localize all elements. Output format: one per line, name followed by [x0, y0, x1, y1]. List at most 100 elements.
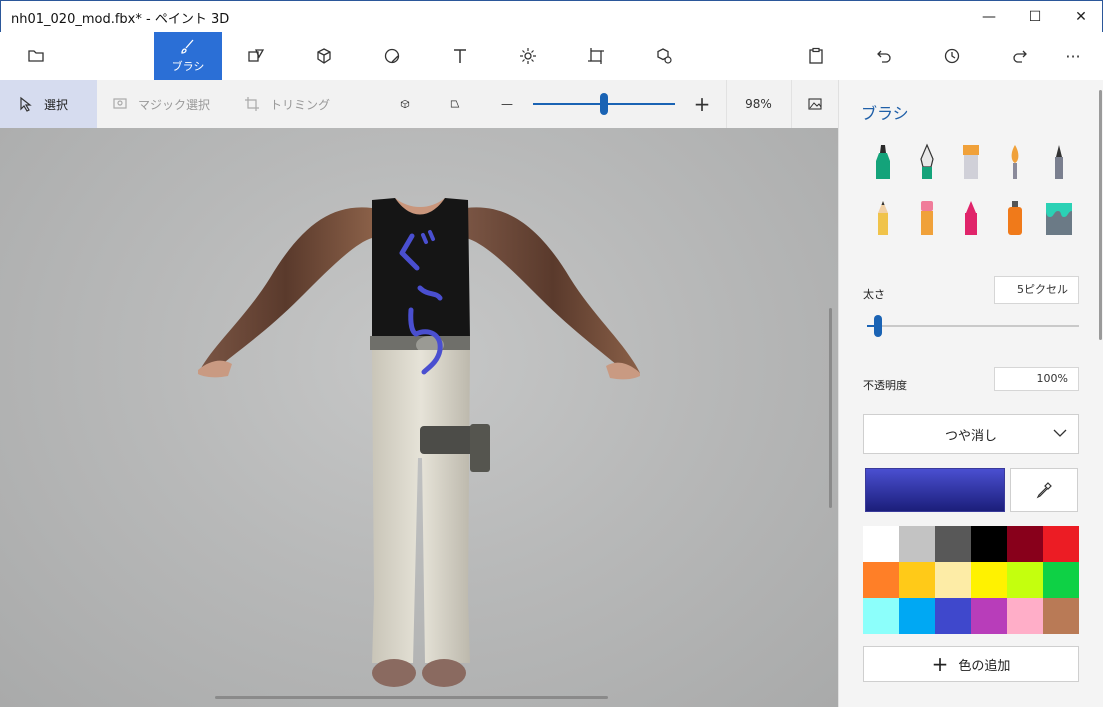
crayon-icon	[965, 201, 977, 235]
palette-swatch[interactable]	[899, 562, 935, 598]
folder-icon	[28, 50, 44, 62]
opacity-input[interactable]: 100%	[994, 367, 1079, 391]
zoom-slider[interactable]	[533, 93, 675, 115]
oil-brush-button[interactable]	[953, 140, 989, 184]
history-button[interactable]	[918, 32, 986, 80]
perspective-icon	[450, 100, 460, 108]
crop-canvas-icon	[588, 48, 604, 64]
cube-icon	[317, 48, 331, 64]
pixel-pen-button[interactable]	[1041, 140, 1077, 184]
thickness-slider[interactable]	[867, 314, 1079, 338]
magic-select-label: マジック選択	[138, 97, 211, 112]
sticker-icon	[384, 48, 400, 64]
pencil-button[interactable]	[865, 196, 901, 240]
select-button-label: 選択	[44, 97, 69, 112]
zoom-out-button[interactable]: —	[495, 80, 519, 128]
canvas-tab[interactable]	[562, 32, 630, 80]
panel-scrollbar[interactable]	[1099, 90, 1102, 340]
palette-swatch[interactable]	[1007, 562, 1043, 598]
more-button[interactable]: ···	[1044, 32, 1102, 80]
crop-icon	[245, 97, 259, 111]
finish-dropdown[interactable]: つや消し	[863, 414, 1079, 454]
stickers-tab[interactable]	[358, 32, 426, 80]
paint-bucket-icon	[1046, 203, 1072, 235]
image-icon	[807, 98, 822, 110]
eraser-icon	[921, 201, 933, 235]
palette-swatch[interactable]	[1007, 598, 1043, 634]
palette-swatch[interactable]	[899, 598, 935, 634]
thickness-slider-thumb[interactable]	[873, 315, 882, 337]
eyedropper-button[interactable]	[1010, 468, 1078, 512]
magic-select-button[interactable]: マジック選択	[112, 80, 232, 128]
maximize-icon: ☐	[1028, 9, 1042, 25]
add-color-button[interactable]: + 色の追加	[863, 646, 1079, 682]
perspective-button[interactable]	[450, 80, 470, 128]
3d-library-tab[interactable]	[630, 32, 698, 80]
effects-tab[interactable]	[494, 32, 562, 80]
palette-swatch[interactable]	[863, 598, 899, 634]
crop-button[interactable]: トリミング	[244, 80, 344, 128]
spray-can-button[interactable]	[997, 196, 1033, 240]
palette-swatch[interactable]	[1043, 598, 1079, 634]
close-button[interactable]: ✕	[1058, 1, 1103, 33]
zoom-in-button[interactable]: +	[690, 80, 714, 128]
palette-swatch[interactable]	[863, 526, 899, 562]
paste-button[interactable]	[782, 32, 850, 80]
palette-swatch[interactable]	[1043, 526, 1079, 562]
minimize-button[interactable]: —	[966, 1, 1012, 33]
main-toolbar: ブラシ ···	[0, 32, 1103, 80]
thickness-slider-track	[867, 325, 1079, 327]
minus-icon: —	[501, 97, 513, 111]
pencil-icon	[878, 201, 888, 235]
select-button[interactable]: 選択	[0, 80, 97, 128]
fill-button[interactable]	[1041, 196, 1077, 240]
brush-panel: ブラシ 太さ 5ピクセル 不透明度 100% つや消し + 色の追加	[838, 80, 1103, 707]
pixel-pen-icon	[1055, 145, 1063, 179]
minimize-icon: —	[982, 9, 996, 25]
eraser-button[interactable]	[909, 196, 945, 240]
2d-shapes-tab[interactable]	[222, 32, 290, 80]
canvas-horizontal-scrollbar[interactable]	[215, 696, 608, 699]
brushes-tab[interactable]: ブラシ	[154, 32, 222, 80]
undo-button[interactable]	[850, 32, 918, 80]
text-icon	[454, 49, 466, 63]
drawing-canvas[interactable]	[0, 128, 838, 707]
palette-swatch[interactable]	[863, 562, 899, 598]
palette-swatch[interactable]	[971, 598, 1007, 634]
opacity-label: 不透明度	[863, 379, 907, 392]
marker-icon	[876, 145, 890, 179]
maximize-button[interactable]: ☐	[1012, 1, 1058, 33]
view-options-button[interactable]	[791, 80, 837, 128]
eyedropper-icon	[1036, 482, 1052, 499]
crayon-button[interactable]	[953, 196, 989, 240]
menu-button[interactable]	[2, 32, 70, 80]
3d-library-icon	[657, 48, 672, 64]
crop-label: トリミング	[270, 97, 331, 112]
zoom-slider-thumb[interactable]	[600, 93, 608, 115]
palette-swatch[interactable]	[1043, 562, 1079, 598]
palette-swatch[interactable]	[1007, 526, 1043, 562]
title-bar: nh01_020_mod.fbx* - ペイント 3D — ☐ ✕	[0, 0, 1103, 32]
3d-shapes-tab[interactable]	[290, 32, 358, 80]
text-tab[interactable]	[426, 32, 494, 80]
add-color-label: 色の追加	[958, 658, 1011, 674]
palette-swatch[interactable]	[935, 562, 971, 598]
3d-view-button[interactable]	[400, 80, 420, 128]
marker-brush-button[interactable]	[865, 140, 901, 184]
palette-swatch[interactable]	[935, 526, 971, 562]
canvas-vertical-scrollbar[interactable]	[829, 308, 832, 508]
palette-swatch[interactable]	[935, 598, 971, 634]
palette-swatch[interactable]	[971, 562, 1007, 598]
palette-swatch[interactable]	[899, 526, 935, 562]
thickness-input[interactable]: 5ピクセル	[994, 276, 1079, 304]
current-color-swatch[interactable]	[865, 468, 1005, 512]
undo-icon	[877, 50, 891, 63]
history-icon	[944, 48, 960, 64]
window-title: nh01_020_mod.fbx* - ペイント 3D	[11, 12, 230, 27]
thickness-label: 太さ	[863, 288, 885, 301]
watercolor-button[interactable]	[997, 140, 1033, 184]
plus-icon: +	[931, 652, 949, 676]
calligraphy-pen-button[interactable]	[909, 140, 945, 184]
3d-character-model	[198, 198, 640, 687]
palette-swatch[interactable]	[971, 526, 1007, 562]
